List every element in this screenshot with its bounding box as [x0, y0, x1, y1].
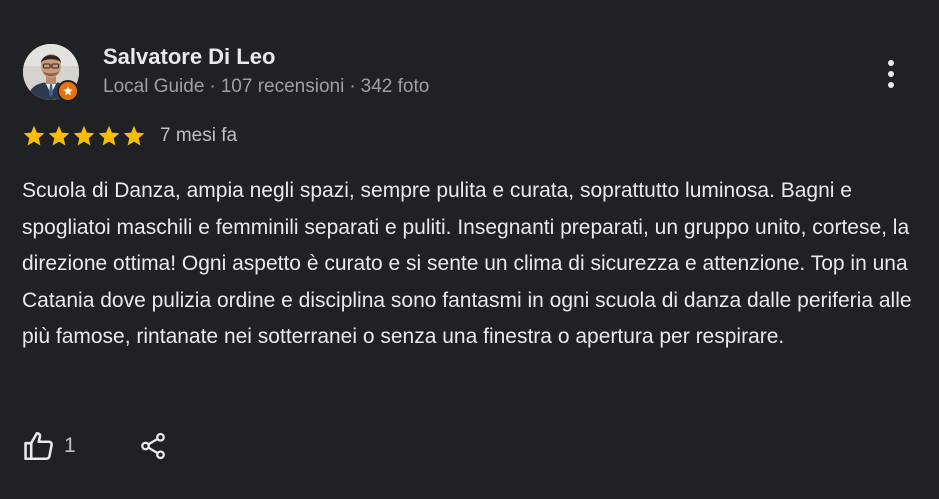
share-button[interactable] — [138, 429, 168, 463]
star-icon — [73, 125, 95, 146]
star-rating — [22, 124, 146, 148]
like-count: 1 — [64, 434, 76, 457]
more-options-button[interactable] — [876, 54, 906, 94]
thumbs-up-icon — [24, 431, 53, 461]
photos-count: 342 foto — [360, 76, 430, 97]
more-vertical-icon-dot — [888, 82, 894, 88]
meta-separator: · — [349, 76, 356, 97]
rating-row: 7 mesi fa — [22, 122, 237, 150]
reviews-count: 107 recensioni — [220, 76, 345, 97]
review-text: Scuola di Danza, ampia negli spazi, semp… — [22, 179, 912, 348]
review-card: Salvatore Di Leo Local Guide · 107 recensi… — [0, 0, 939, 499]
like-button[interactable]: 1 — [22, 429, 76, 463]
review-date: 7 mesi fa — [160, 125, 238, 146]
more-vertical-icon — [888, 60, 894, 66]
star-icon — [98, 125, 120, 146]
local-guide-star-icon — [57, 80, 79, 102]
meta-separator: · — [209, 76, 216, 97]
reviewer-role: Local Guide — [103, 76, 205, 97]
more-vertical-icon-dot — [888, 71, 894, 77]
star-icon — [48, 125, 70, 146]
reviewer-meta: Local Guide · 107 recensioni · 342 foto — [103, 76, 429, 98]
star-icon — [123, 125, 145, 146]
review-actions: 1 — [22, 428, 168, 464]
share-icon — [140, 432, 165, 460]
star-icon — [23, 125, 45, 146]
reviewer-name[interactable]: Salvatore Di Leo — [103, 44, 275, 70]
